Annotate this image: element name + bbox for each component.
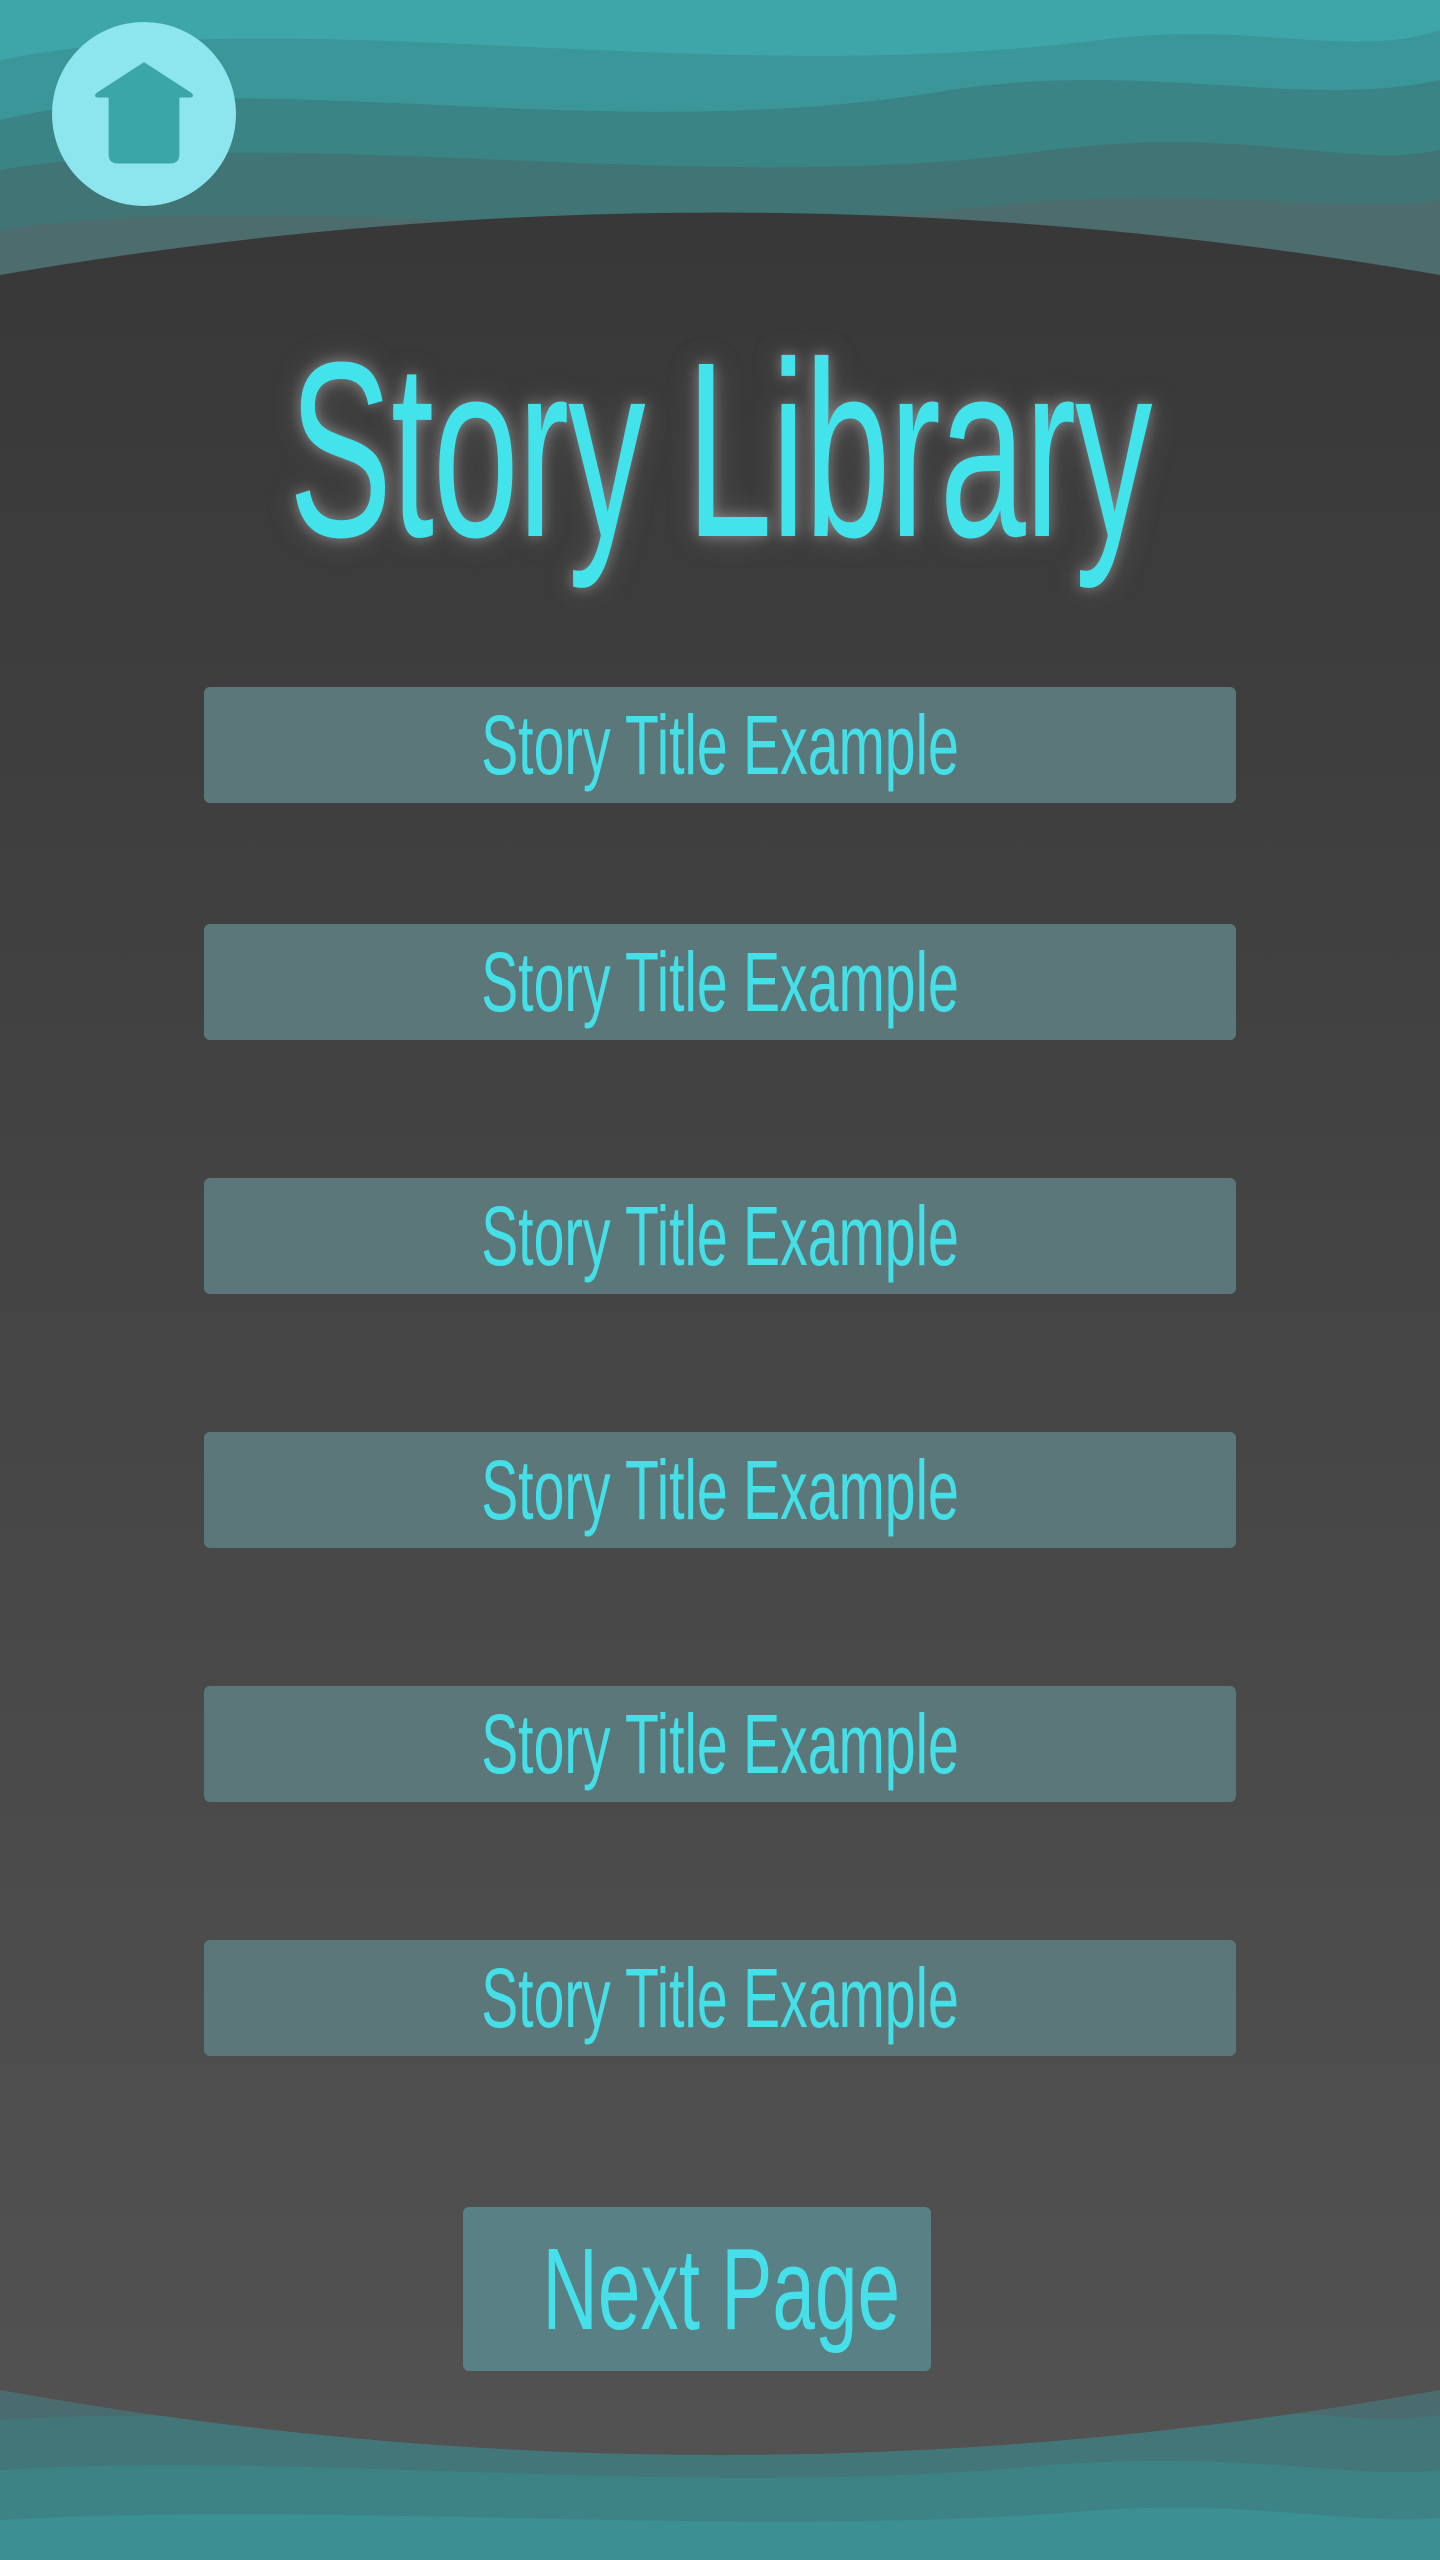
story-title-label: Story Title Example (481, 935, 959, 1029)
story-title-label: Story Title Example (481, 1951, 959, 2045)
next-page-label: Next Page (542, 2224, 901, 2354)
home-button[interactable] (52, 22, 236, 206)
story-item-5[interactable]: Story Title Example (204, 1686, 1236, 1802)
next-page-button[interactable]: Next Page (463, 2207, 931, 2371)
page-title: Story Library (288, 310, 1153, 589)
story-title-label: Story Title Example (481, 1443, 959, 1537)
story-item-3[interactable]: Story Title Example (204, 1178, 1236, 1294)
story-title-label: Story Title Example (481, 698, 959, 792)
story-item-2[interactable]: Story Title Example (204, 924, 1236, 1040)
story-title-label: Story Title Example (481, 1697, 959, 1791)
story-item-6[interactable]: Story Title Example (204, 1940, 1236, 2056)
home-icon (94, 62, 194, 164)
story-item-4[interactable]: Story Title Example (204, 1432, 1236, 1548)
story-title-label: Story Title Example (481, 1189, 959, 1283)
story-item-1[interactable]: Story Title Example (204, 687, 1236, 803)
